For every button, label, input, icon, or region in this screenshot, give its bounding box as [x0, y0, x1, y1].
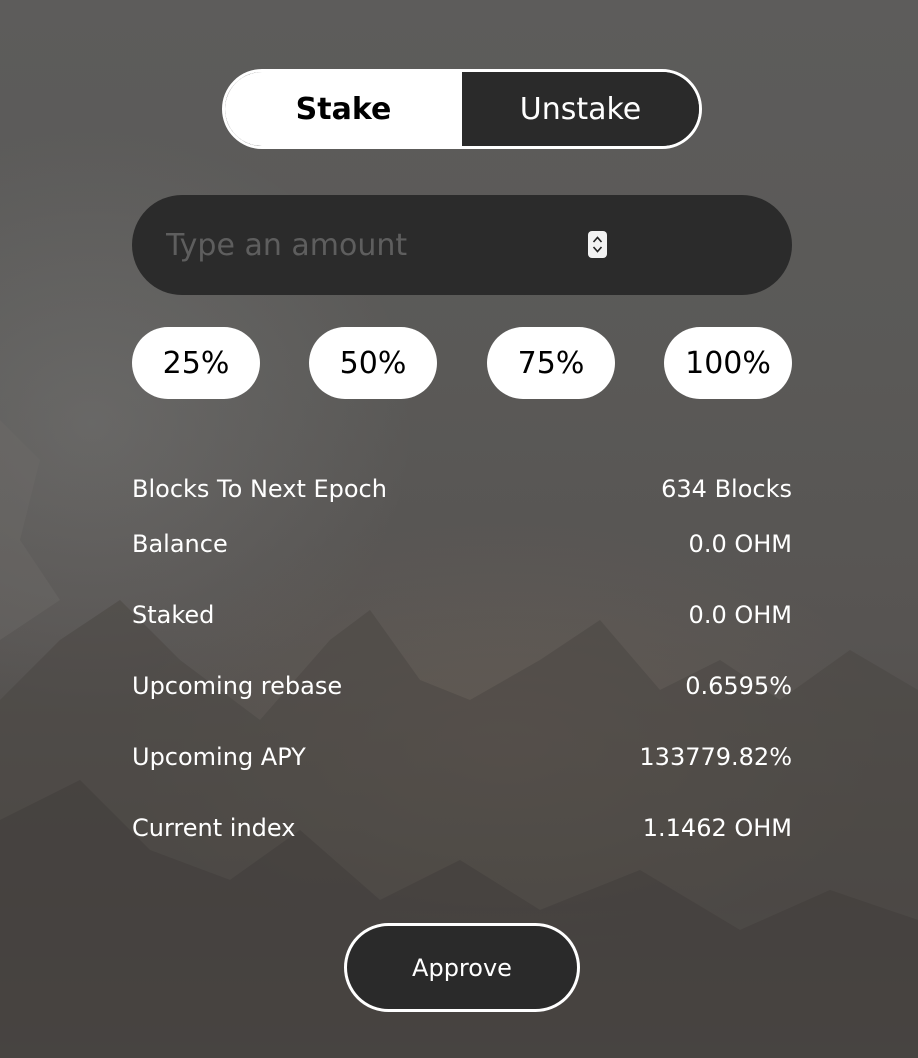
number-stepper-icon[interactable] — [588, 231, 607, 258]
percent-25-button[interactable]: 25% — [132, 327, 260, 399]
info-value: 0.6595% — [685, 671, 792, 700]
info-value: 0.0 OHM — [688, 600, 792, 629]
tab-unstake[interactable]: Unstake — [462, 72, 699, 146]
amount-field-container — [132, 195, 792, 295]
info-row-staked: Staked 0.0 OHM — [132, 579, 792, 650]
info-value: 634 Blocks — [661, 475, 792, 503]
info-row-blocks-to-next-epoch: Blocks To Next Epoch 634 Blocks — [132, 470, 792, 508]
info-row-upcoming-rebase: Upcoming rebase 0.6595% — [132, 650, 792, 721]
percent-50-button[interactable]: 50% — [309, 327, 437, 399]
info-label: Current index — [132, 813, 296, 842]
chevron-down-icon[interactable] — [592, 245, 603, 254]
info-value: 133779.82% — [639, 742, 792, 771]
info-value: 0.0 OHM — [688, 529, 792, 558]
amount-input[interactable] — [166, 195, 596, 295]
info-value: 1.1462 OHM — [642, 813, 792, 842]
approve-button[interactable]: Approve — [344, 923, 580, 1012]
chevron-up-icon[interactable] — [592, 235, 603, 244]
info-label: Upcoming rebase — [132, 671, 343, 700]
info-row-upcoming-apy: Upcoming APY 133779.82% — [132, 721, 792, 792]
info-label: Upcoming APY — [132, 742, 306, 771]
info-label: Staked — [132, 600, 215, 629]
percent-buttons-row: 25% 50% 75% 100% — [132, 327, 792, 399]
info-row-current-index: Current index 1.1462 OHM — [132, 792, 792, 863]
info-row-balance: Balance 0.0 OHM — [132, 508, 792, 579]
percent-75-button[interactable]: 75% — [487, 327, 615, 399]
staking-info-list: Blocks To Next Epoch 634 Blocks Balance … — [132, 470, 792, 863]
stake-unstake-toggle: Stake Unstake — [222, 69, 702, 149]
info-label: Balance — [132, 529, 228, 558]
percent-100-button[interactable]: 100% — [664, 327, 792, 399]
info-label: Blocks To Next Epoch — [132, 475, 387, 503]
tab-stake[interactable]: Stake — [225, 72, 462, 146]
